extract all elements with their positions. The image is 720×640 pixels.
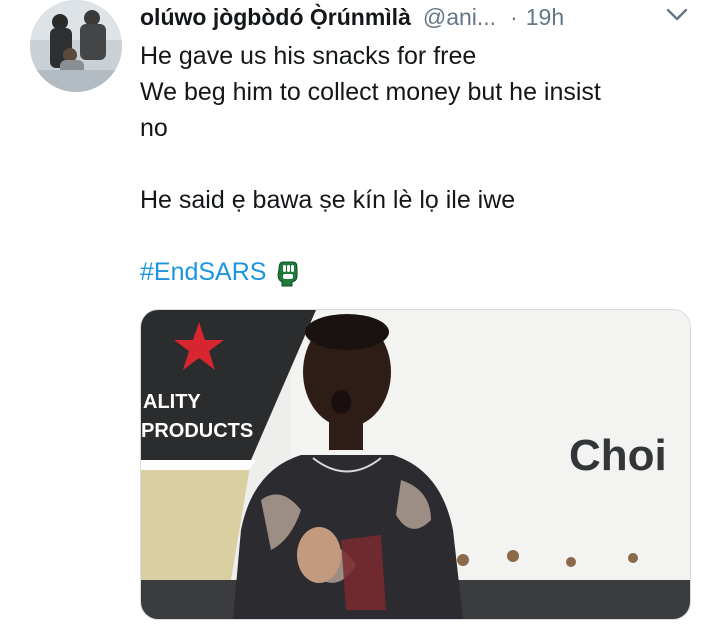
hashtag-row: #EndSARS [140,254,300,290]
author-handle[interactable]: @ani... [423,4,496,31]
green-fist-emoji-icon [277,261,298,287]
tweet-text-line: He gave us his snacks for free [140,42,477,70]
tweet-timestamp[interactable]: 19h [526,4,564,31]
tweet-header: olúwo jògbòdó Ọ̀rúnmìlà @ani... · 19h [140,2,710,32]
sign-text-products: PRODUCTS [141,420,253,442]
tweet-text-line: He said ẹ bawa ṣe kín lè lọ ile iwe [140,186,516,214]
separator-dot: · [510,3,518,30]
sign-text-quality: ALITY [143,391,201,413]
tweet-media-image[interactable]: ALITY PRODUCTS Choi [140,309,691,620]
tweet-text-line: no [140,114,168,142]
avatar-image [30,0,122,92]
sign-text-choice: Choi [569,431,667,480]
hashtag-link[interactable]: #EndSARS [140,258,266,287]
tweet-text: He gave us his snacks for free We beg hi… [140,38,700,218]
shirt-print-face [297,527,341,583]
chevron-down-icon[interactable] [664,4,690,26]
photo-boy-in-front-of-truck: ALITY PRODUCTS Choi [141,310,690,619]
author-avatar[interactable] [30,0,122,92]
tweet-text-line: We beg him to collect money but he insis… [140,78,601,106]
author-name[interactable]: olúwo jògbòdó Ọ̀rúnmìlà [140,4,411,31]
tweet-text-line [140,146,700,182]
